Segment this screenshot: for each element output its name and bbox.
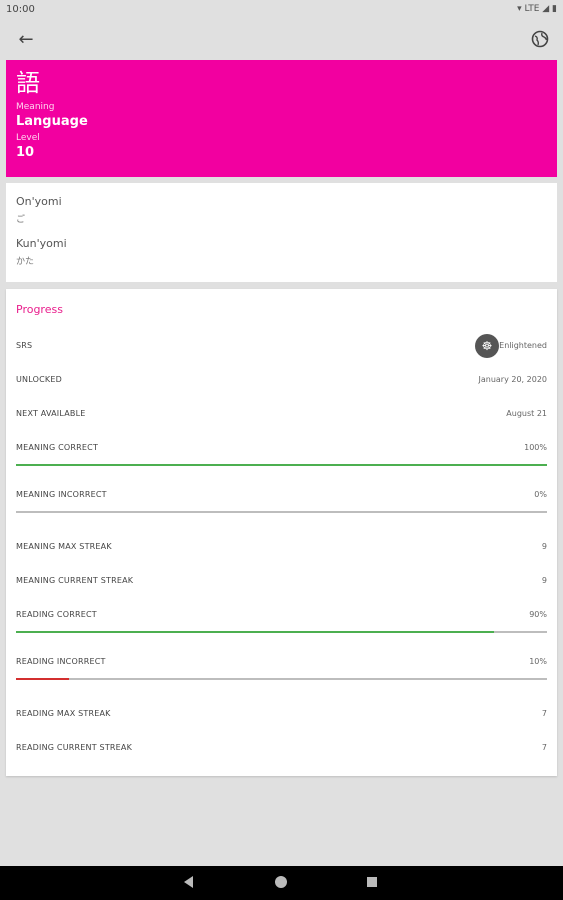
system-nav-bar (0, 866, 563, 900)
nav-home-icon[interactable] (275, 876, 287, 888)
reading-incorrect-value: 10% (529, 657, 547, 666)
meaning-incorrect-value: 0% (534, 490, 547, 499)
status-icons: ▾ LTE ◢ ▮ (517, 4, 557, 14)
srs-label: SRS (16, 341, 33, 350)
reading-correct-value: 90% (529, 610, 547, 619)
meaning-correct-bar (16, 464, 547, 466)
kunyomi-value: かた (16, 257, 35, 267)
reading-max-streak-value: 7 (541, 709, 547, 718)
kunyomi-label: Kun'yomi (16, 237, 67, 250)
srs-row: SRS ☸ Enlightened (16, 334, 547, 358)
reading-correct-bar (16, 631, 547, 633)
meaning-current-streak-value: 9 (541, 576, 547, 585)
readings-card: On'yomi ご Kun'yomi かた (6, 183, 557, 282)
unlocked-row: UNLOCKED January 20, 2020 (16, 373, 547, 389)
meaning-correct-fill (16, 464, 547, 466)
progress-title: Progress (16, 303, 63, 316)
meaning-correct-row: MEANING CORRECT 100% (16, 441, 547, 457)
reading-max-streak-row: READING MAX STREAK 7 (16, 707, 547, 723)
back-arrow-icon[interactable]: ← (14, 29, 38, 51)
enlightened-icon: ☸ (475, 334, 499, 358)
srs-value: Enlightened (499, 341, 547, 350)
unlocked-label: UNLOCKED (16, 375, 62, 384)
status-bar: 10:00 ▾ LTE ◢ ▮ (0, 0, 563, 20)
kanji-header-card: 語 Meaning Language Level 10 (6, 60, 557, 177)
reading-max-streak-label: READING MAX STREAK (16, 709, 111, 718)
reading-correct-label: READING CORRECT (16, 610, 97, 619)
onyomi-value: ご (16, 215, 26, 225)
nav-recent-icon[interactable] (367, 877, 377, 887)
meaning-incorrect-bar (16, 511, 547, 513)
onyomi-label: On'yomi (16, 195, 62, 208)
meaning-label: Meaning (16, 102, 55, 112)
reading-incorrect-row: READING INCORRECT 10% (16, 655, 547, 671)
meaning-current-streak-label: MEANING CURRENT STREAK (16, 576, 134, 585)
meaning-max-streak-label: MEANING MAX STREAK (16, 542, 112, 551)
meaning-value: Language (16, 114, 88, 129)
next-available-label: NEXT AVAILABLE (16, 409, 86, 418)
meaning-incorrect-row: MEANING INCORRECT 0% (16, 488, 547, 504)
meaning-incorrect-label: MEANING INCORRECT (16, 490, 107, 499)
reading-current-streak-label: READING CURRENT STREAK (16, 743, 133, 752)
reading-incorrect-bar (16, 678, 547, 680)
app-bar: ← (0, 20, 563, 60)
next-available-value: August 21 (506, 409, 547, 418)
meaning-current-streak-row: MEANING CURRENT STREAK 9 (16, 574, 547, 590)
meaning-max-streak-value: 9 (541, 542, 547, 551)
level-value: 10 (16, 145, 35, 160)
reading-correct-row: READING CORRECT 90% (16, 608, 547, 624)
meaning-correct-value: 100% (524, 443, 547, 452)
kanji-character: 語 (16, 69, 40, 97)
reading-incorrect-fill (16, 678, 70, 680)
progress-card: Progress SRS ☸ Enlightened UNLOCKED Janu… (6, 289, 557, 776)
reading-correct-fill (16, 631, 494, 633)
meaning-correct-label: MEANING CORRECT (16, 443, 99, 452)
globe-icon[interactable] (529, 28, 551, 50)
meaning-max-streak-row: MEANING MAX STREAK 9 (16, 540, 547, 556)
reading-current-streak-row: READING CURRENT STREAK 7 (16, 741, 547, 757)
unlocked-value: January 20, 2020 (478, 375, 548, 384)
reading-incorrect-label: READING INCORRECT (16, 657, 106, 666)
nav-back-icon[interactable] (184, 876, 193, 888)
reading-current-streak-value: 7 (541, 743, 547, 752)
level-label: Level (16, 133, 40, 143)
status-time: 10:00 (6, 4, 35, 15)
next-available-row: NEXT AVAILABLE August 21 (16, 407, 547, 423)
